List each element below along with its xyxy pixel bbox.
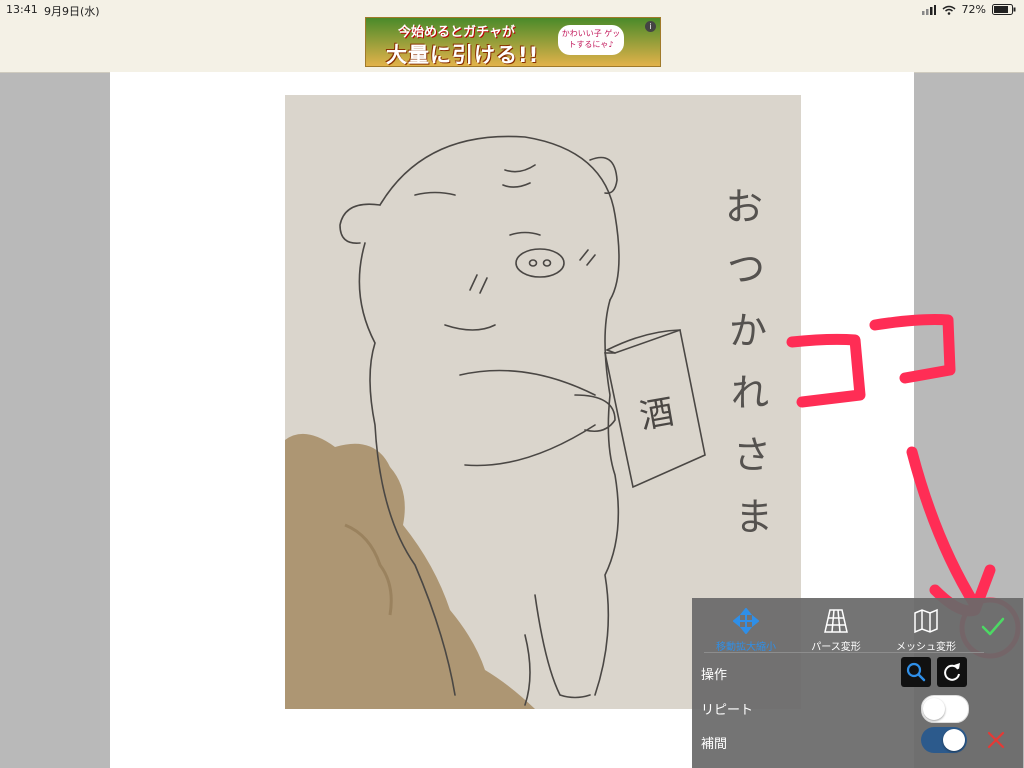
wifi-icon xyxy=(942,5,956,15)
status-date: 9月9日(水) xyxy=(44,5,100,18)
repeat-toggle[interactable] xyxy=(921,695,969,723)
mode-mesh[interactable]: メッシュ変形 xyxy=(880,600,972,653)
mode-divider xyxy=(704,652,984,653)
ad-tagline: 大量に引ける!! xyxy=(386,43,540,67)
repeat-label: リピート xyxy=(701,703,754,718)
interpolation-label: 補間 xyxy=(701,737,728,752)
mode-move-scale-label: 移動拡大縮小 xyxy=(716,642,776,653)
cancel-x-icon[interactable] xyxy=(984,728,1008,752)
zoom-button[interactable] xyxy=(901,657,931,687)
ad-info-icon[interactable]: i xyxy=(645,21,656,32)
repeat-toggle-knob xyxy=(923,698,945,720)
can-label: 酒 xyxy=(637,392,677,437)
mode-perspective[interactable]: パース変形 xyxy=(790,600,882,653)
status-right: 72% xyxy=(921,3,1016,16)
vertical-greeting: おつかれさま xyxy=(725,185,773,539)
move-arrows-icon xyxy=(733,608,759,634)
interpolation-toggle-knob xyxy=(943,729,965,751)
battery-icon xyxy=(992,4,1016,15)
ad-banner[interactable]: 今始めるとガチャが 大量に引ける!! かわいい子 ゲットするにゃ♪ i xyxy=(365,17,661,67)
perspective-grid-icon xyxy=(824,609,848,633)
status-time: 13:41 xyxy=(6,3,38,16)
ad-headline: 今始めるとガチャが xyxy=(398,25,515,40)
interpolation-toggle[interactable] xyxy=(921,727,967,753)
transform-panel: 移動拡大縮小 パース変形 メッシュ変形 操作 リピート 補間 xyxy=(692,598,1023,768)
mesh-map-icon xyxy=(914,608,938,634)
ad-bubble: かわいい子 ゲットするにゃ♪ xyxy=(558,25,624,55)
mode-mesh-label: メッシュ変形 xyxy=(896,642,956,653)
rotate-icon xyxy=(944,663,960,681)
signal-icon xyxy=(921,4,936,15)
mode-move-scale[interactable]: 移動拡大縮小 xyxy=(700,600,792,653)
operation-label: 操作 xyxy=(701,668,728,683)
mode-perspective-label: パース変形 xyxy=(811,642,861,653)
magnifier-icon xyxy=(906,662,926,682)
rotate-button[interactable] xyxy=(937,657,967,687)
confirm-check-icon[interactable] xyxy=(978,614,1008,640)
battery-percent: 72% xyxy=(961,3,986,16)
